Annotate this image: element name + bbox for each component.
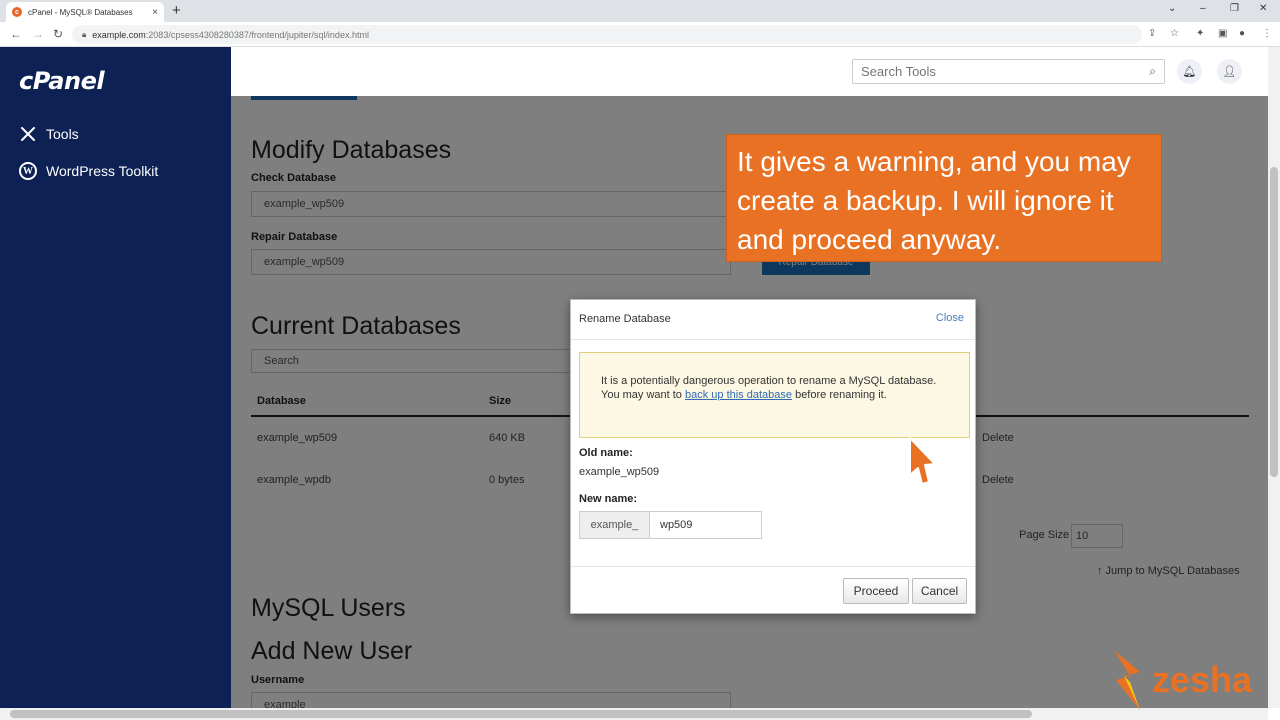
browser-tab[interactable]: c cPanel - MySQL® Databases × [6,2,164,22]
browser-tab-bar: c cPanel - MySQL® Databases × + ⌄ – ❐ ✕ [0,0,1280,22]
tab-search-icon[interactable]: ⌄ [1168,3,1176,14]
new-name-input-group: example_ [579,511,762,539]
back-up-database-link[interactable]: back up this database [685,389,792,401]
vertical-scrollbar[interactable] [1268,47,1280,708]
lock-icon: 🔒︎ [82,29,87,39]
user-account-icon[interactable]: 👤︎ [1217,59,1242,84]
search-tools-field[interactable]: ⌕ [852,59,1165,84]
back-icon[interactable]: ← [10,27,22,41]
zesha-watermark: zesha [1110,650,1252,710]
sidebar-item-label: WordPress Toolkit [46,163,159,179]
sidebar-item-tools[interactable]: Tools [19,125,79,143]
notifications-bell-icon[interactable]: 🔔︎ [1177,59,1202,84]
modal-footer-divider [571,566,975,567]
cpanel-logo[interactable]: cPanel [19,67,105,95]
vertical-scroll-thumb[interactable] [1270,167,1278,477]
new-name-prefix: example_ [579,511,650,539]
proceed-button[interactable]: Proceed [843,578,909,604]
url-path: :2083/cpsess4308280387/frontend/jupiter/… [145,29,369,40]
new-name-input[interactable] [650,511,762,539]
horizontal-scroll-thumb[interactable] [10,710,1032,718]
search-icon[interactable]: ⌕ [1149,64,1156,79]
window-close-icon[interactable]: ✕ [1259,3,1267,14]
horizontal-scrollbar[interactable] [0,708,1268,720]
side-panel-icon[interactable]: ▣ [1218,28,1227,39]
restore-icon[interactable]: ❐ [1230,3,1239,14]
tab-close-icon[interactable]: × [152,7,158,18]
new-tab-button[interactable]: + [172,2,181,20]
minimize-icon[interactable]: – [1200,3,1206,14]
cursor-pointer-icon [907,436,939,491]
browser-menu-icon[interactable]: ⋮ [1262,28,1272,39]
wordpress-icon: W [19,162,37,180]
tutorial-annotation: It gives a warning, and you may create a… [726,134,1162,262]
top-header: ⌕ 🔔︎ 👤︎ [231,47,1268,96]
sidebar-item-wordpress-toolkit[interactable]: W WordPress Toolkit [19,162,158,180]
sidebar: cPanel Tools W WordPress Toolkit [0,47,231,720]
url-host: example.com [92,29,146,40]
modal-close-link[interactable]: Close [936,312,964,324]
share-icon[interactable]: ⇪ [1148,28,1156,39]
zesha-logo-icon [1114,650,1140,710]
modal-title: Rename Database [579,313,671,325]
warning-text-end: before renaming it. [792,389,887,401]
forward-icon[interactable]: → [32,27,44,41]
modal-header-divider [571,339,975,340]
tools-icon [19,125,37,143]
cancel-button[interactable]: Cancel [912,578,967,604]
warning-alert: It is a potentially dangerous operation … [579,352,970,438]
cpanel-favicon-icon: c [12,7,22,17]
profile-icon[interactable]: ● [1239,28,1245,39]
reload-icon[interactable]: ↻ [53,27,63,41]
new-name-label: New name: [579,493,638,505]
zesha-logo-text: zesha [1152,659,1253,700]
address-bar: ← → ↻ 🔒︎ example.com:2083/cpsess43082803… [0,22,1280,47]
search-tools-input[interactable] [861,64,1141,79]
url-field[interactable]: 🔒︎ example.com:2083/cpsess4308280387/fro… [72,25,1142,44]
old-name-label: Old name: [579,447,633,459]
bookmark-star-icon[interactable]: ☆ [1170,28,1179,39]
sidebar-item-label: Tools [46,126,79,142]
old-name-value: example_wp509 [579,466,660,478]
extensions-icon[interactable]: ✦ [1196,28,1204,39]
tab-title: cPanel - MySQL® Databases [28,7,133,17]
